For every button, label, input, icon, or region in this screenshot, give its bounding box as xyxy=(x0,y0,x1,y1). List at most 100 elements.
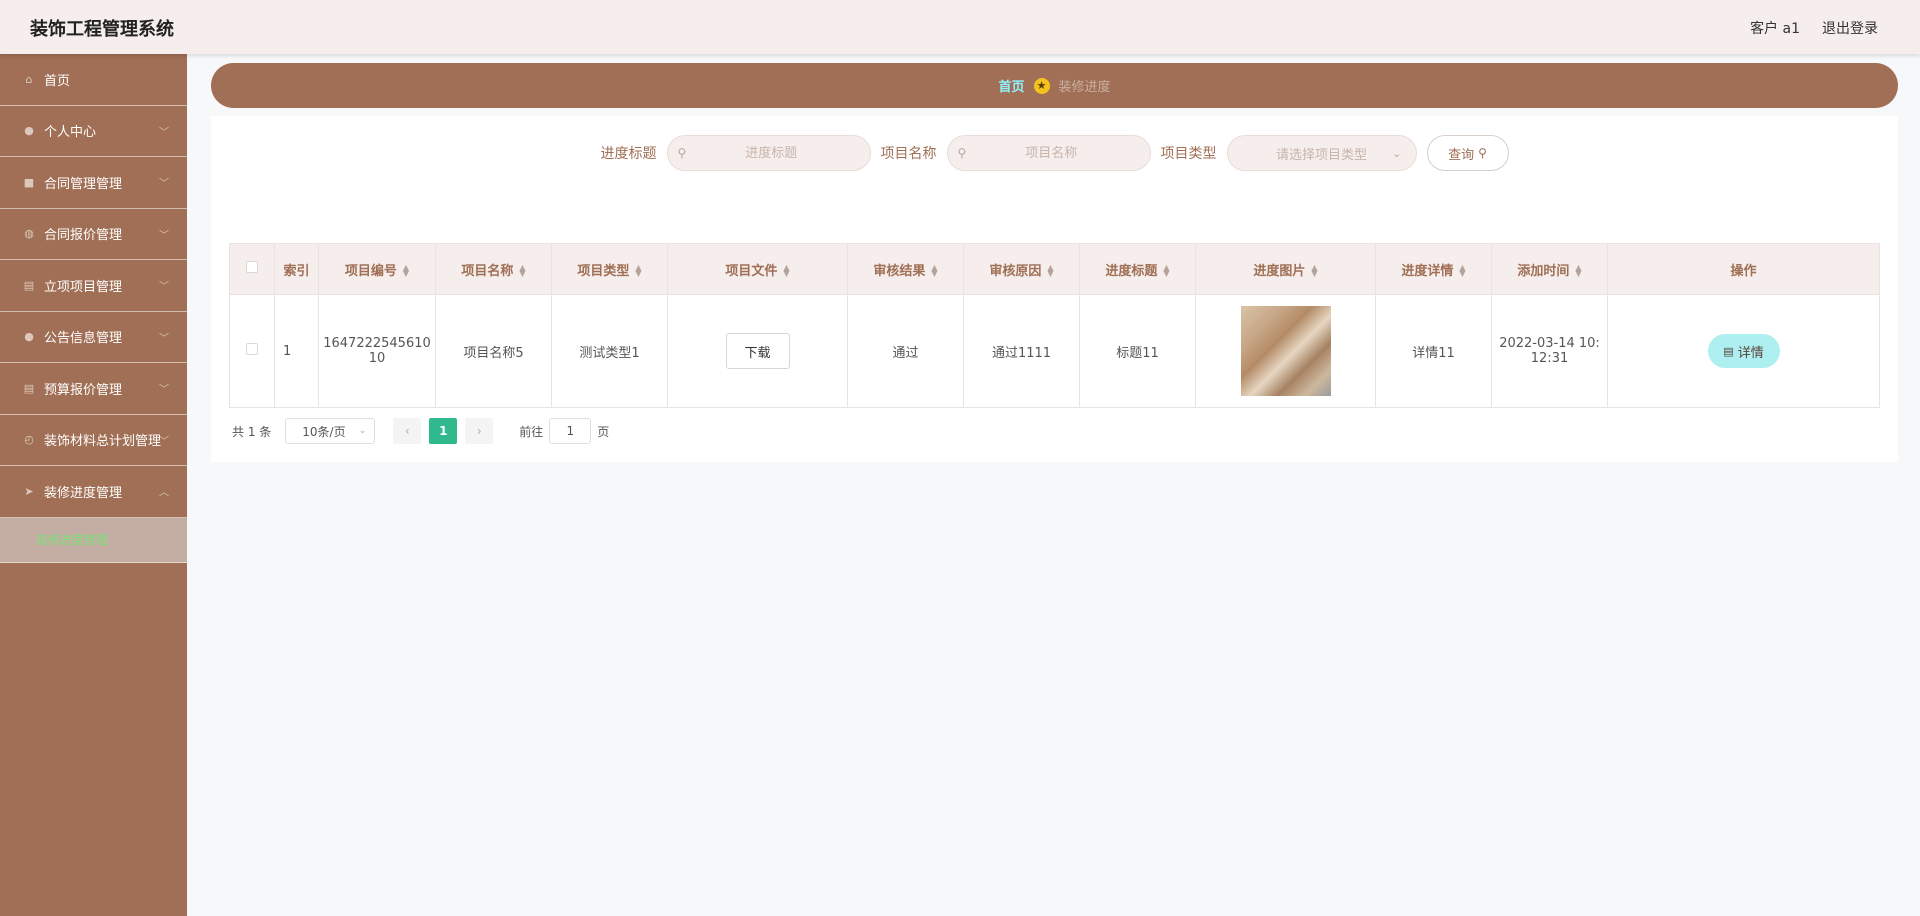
cell-project-name: 项目名称5 xyxy=(435,294,552,408)
chevron-down-icon: ﹀ xyxy=(159,127,169,139)
cell-project-file: 下载 xyxy=(667,294,848,408)
row-checkbox[interactable] xyxy=(246,343,258,355)
sort-icon[interactable]: ▲ ▼ xyxy=(635,264,641,278)
cell-actions: ▤ 详情 xyxy=(1607,294,1880,408)
col-progress-image[interactable]: 进度图片 ▲ ▼ xyxy=(1195,243,1376,295)
table-row: 1 1647222545610 10 项目名称5 测试类型1 下载 通过 通过1… xyxy=(229,294,1880,408)
col-progress-detail[interactable]: 进度详情 ▲ ▼ xyxy=(1375,243,1492,295)
sort-icon[interactable]: ▲ ▼ xyxy=(1047,264,1053,278)
progress-title-field[interactable]: ⚲ xyxy=(666,135,871,171)
col-label: 项目名称 xyxy=(461,263,514,279)
sidebar-item-label: 个人中心 xyxy=(44,125,97,141)
top-header: 装饰工程管理系统 客户 a1 退出登录 xyxy=(0,0,1920,54)
goto-label: 前往 xyxy=(519,424,544,439)
pagination: 共 1 条 10条/页 ⌄ ‹ 1 › 前往 页 xyxy=(232,418,609,444)
home-icon: ⌂ xyxy=(25,72,33,86)
col-review-reason[interactable]: 审核原因 ▲ ▼ xyxy=(963,243,1080,295)
query-label: 查询 xyxy=(1448,147,1475,163)
col-project-no[interactable]: 项目编号 ▲ ▼ xyxy=(318,243,436,295)
download-button[interactable]: 下载 xyxy=(725,333,790,369)
col-label: 进度图片 xyxy=(1253,263,1306,279)
project-type-label: 项目类型 xyxy=(1160,146,1217,162)
project-type-select[interactable]: 请选择项目类型 ⌄ xyxy=(1226,135,1417,171)
progress-image-thumbnail[interactable] xyxy=(1240,306,1331,396)
chevron-down-icon: ﹀ xyxy=(159,281,169,293)
col-label: 进度标题 xyxy=(1105,263,1158,279)
sidebar-item-8[interactable]: ➤ 装修进度管理 ︿ xyxy=(0,466,187,518)
detail-button[interactable]: ▤ 详情 xyxy=(1707,334,1780,368)
sidebar-item-label: 立项项目管理 xyxy=(44,279,123,295)
logout-link[interactable]: 退出登录 xyxy=(1822,18,1878,38)
col-label: 审核结果 xyxy=(873,263,926,279)
select-all-checkbox[interactable] xyxy=(246,261,258,273)
chevron-down-icon: ﹀ xyxy=(159,436,169,448)
content-card: 进度标题 ⚲ 项目名称 ⚲ 项目类型 请选择项目类型 ⌄ 查询 ⚲ 索引 项目编… xyxy=(211,116,1898,462)
sort-icon[interactable]: ▲ ▼ xyxy=(403,264,409,278)
sidebar-item-5[interactable]: ● 公告信息管理 ﹀ xyxy=(0,312,187,363)
query-button[interactable]: 查询 ⚲ xyxy=(1426,135,1509,171)
col-project-name[interactable]: 项目名称 ▲ ▼ xyxy=(435,243,552,295)
next-page-button[interactable]: › xyxy=(465,418,494,444)
submenu-item-progress[interactable]: 装修进度管理 xyxy=(0,517,187,563)
goto-page-input[interactable] xyxy=(549,418,592,444)
added-time-line2: 12:31 xyxy=(1530,351,1569,366)
col-index: 索引 xyxy=(274,243,319,295)
chevron-down-icon: ﹀ xyxy=(159,178,169,190)
search-icon: ⚲ xyxy=(957,146,967,160)
sort-icon[interactable]: ▲ ▼ xyxy=(931,264,937,278)
col-label: 进度详情 xyxy=(1401,263,1454,279)
sidebar-item-2[interactable]: ■ 合同管理管理 ﹀ xyxy=(0,157,187,209)
progress-title-input[interactable] xyxy=(686,145,857,161)
sidebar-item-4[interactable]: ▤ 立项项目管理 ﹀ xyxy=(0,260,187,312)
row-select-cell xyxy=(229,294,275,408)
cell-review-result: 通过 xyxy=(847,294,964,408)
clipboard-icon: ▤ xyxy=(23,381,35,395)
project-no-line1: 1647222545610 xyxy=(323,336,431,351)
sort-icon[interactable]: ▲ ▼ xyxy=(783,264,789,278)
cell-review-reason: 通过1111 xyxy=(963,294,1080,408)
project-name-field[interactable]: ⚲ xyxy=(946,135,1151,171)
user-icon: ● xyxy=(24,124,34,138)
sort-icon[interactable]: ▲ ▼ xyxy=(1163,264,1169,278)
col-actions: 操作 xyxy=(1607,243,1880,295)
sort-icon[interactable]: ▲ ▼ xyxy=(1459,264,1465,278)
sort-icon[interactable]: ▲ ▼ xyxy=(1311,264,1317,278)
page-suffix: 页 xyxy=(597,424,610,439)
breadcrumb-home[interactable]: 首页 xyxy=(998,76,1024,95)
col-project-file[interactable]: 项目文件 ▲ ▼ xyxy=(667,243,848,295)
search-icon: ⚲ xyxy=(677,146,687,160)
col-progress-title[interactable]: 进度标题 ▲ ▼ xyxy=(1079,243,1196,295)
cell-progress-detail: 详情11 xyxy=(1375,294,1492,408)
bulb-icon: ◍ xyxy=(24,227,34,241)
sidebar-item-7[interactable]: ◴ 装饰材料总计划管理 ﹀ xyxy=(0,415,187,466)
app-title: 装饰工程管理系统 xyxy=(30,19,174,40)
sidebar-item-3[interactable]: ◍ 合同报价管理 ﹀ xyxy=(0,209,187,260)
page-size-select[interactable]: 10条/页 ⌄ xyxy=(285,418,376,444)
sidebar: ⌂ 首页 ● 个人中心 ﹀ ■ 合同管理管理 ﹀ ◍ 合同报价管理 ﹀ ▤ 立项项目管理 ﹀ ● 公告信息管理… xyxy=(0,54,187,916)
user-name[interactable]: 客户 a1 xyxy=(1750,18,1800,38)
breadcrumb-current: 装修进度 xyxy=(1058,80,1111,95)
prev-page-button[interactable]: ‹ xyxy=(393,418,422,444)
cell-project-type: 测试类型1 xyxy=(551,294,668,408)
sidebar-item-6[interactable]: ▤ 预算报价管理 ﹀ xyxy=(0,363,187,415)
header-user-area: 客户 a1 退出登录 xyxy=(1750,18,1878,38)
sidebar-item-label: 合同管理管理 xyxy=(44,176,123,192)
project-no-line2: 10 xyxy=(368,351,386,366)
col-review-result[interactable]: 审核结果 ▲ ▼ xyxy=(847,243,964,295)
project-name-input[interactable] xyxy=(966,145,1137,161)
clock-icon: ◴ xyxy=(24,433,34,447)
sidebar-item-0[interactable]: ⌂ 首页 xyxy=(0,54,187,106)
sidebar-item-1[interactable]: ● 个人中心 ﹀ xyxy=(0,106,187,157)
col-label: 添加时间 xyxy=(1517,263,1570,279)
sort-icon[interactable]: ▲ ▼ xyxy=(1575,264,1581,278)
col-added-time[interactable]: 添加时间 ▲ ▼ xyxy=(1491,243,1608,295)
chevron-down-icon: ﹀ xyxy=(159,384,169,396)
progress-table: 索引 项目编号 ▲ ▼ 项目名称 ▲ ▼ 项目类型 ▲ ▼ 项目文件 ▲ ▼ 审核结果 ▲ ▼ 审核… xyxy=(229,243,1880,408)
document-icon: ▤ xyxy=(1723,344,1734,358)
col-project-type[interactable]: 项目类型 ▲ ▼ xyxy=(551,243,668,295)
page-number-button[interactable]: 1 xyxy=(429,418,458,444)
sort-icon[interactable]: ▲ ▼ xyxy=(519,264,525,278)
col-label: 项目类型 xyxy=(577,263,630,279)
goto-page: 前往 页 xyxy=(519,418,609,444)
cell-progress-image xyxy=(1195,294,1376,408)
